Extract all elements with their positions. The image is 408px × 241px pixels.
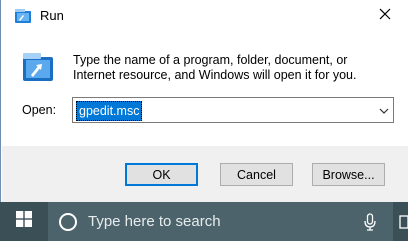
title-bar[interactable]: Run <box>1 0 408 32</box>
window-title: Run <box>40 8 64 23</box>
close-icon <box>379 7 391 25</box>
taskbar: Type here to search <box>0 202 408 241</box>
run-dialog: Run Type the name of a program, folder, … <box>0 0 408 202</box>
task-view-icon[interactable] <box>398 214 408 230</box>
taskbar-search[interactable]: Type here to search <box>48 202 393 241</box>
start-button[interactable] <box>0 202 48 241</box>
microphone-icon[interactable] <box>364 213 376 231</box>
run-description: Type the name of a program, folder, docu… <box>73 53 357 82</box>
open-combobox[interactable]: gpedit.msc <box>72 97 394 123</box>
open-input[interactable]: gpedit.msc <box>76 101 143 121</box>
search-circle-icon <box>59 213 77 231</box>
search-placeholder: Type here to search <box>88 213 221 230</box>
chevron-down-icon <box>379 101 389 119</box>
open-label: Open: <box>22 103 57 117</box>
browse-button[interactable]: Browse... <box>312 163 385 186</box>
ok-button[interactable]: OK <box>125 163 198 186</box>
close-button[interactable] <box>362 0 408 32</box>
windows-logo-icon <box>16 211 32 232</box>
run-icon <box>14 8 32 24</box>
dropdown-button[interactable] <box>375 98 393 122</box>
cancel-button[interactable]: Cancel <box>220 163 293 186</box>
run-large-icon <box>22 51 54 83</box>
button-bar: OK Cancel Browse... <box>2 146 408 202</box>
